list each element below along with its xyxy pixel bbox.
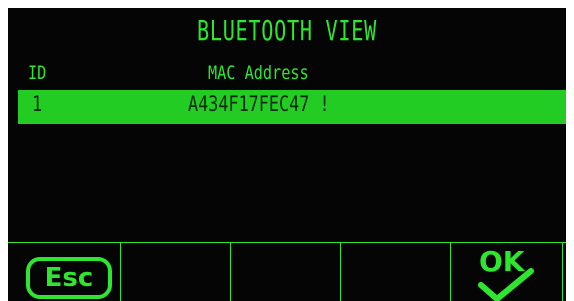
display-screen: BLUETOOTH VIEW ID MAC Address 1 A434F17F…: [8, 8, 566, 301]
softkey-ok[interactable]: OK: [451, 243, 563, 301]
softkey-esc[interactable]: Esc: [8, 243, 121, 301]
softkey-2[interactable]: [121, 243, 231, 301]
column-header-id: ID: [28, 62, 47, 84]
check-icon: [478, 268, 534, 301]
column-header-mac-address: MAC Address: [208, 62, 309, 84]
table-row-selected[interactable]: 1 A434F17FEC47 !: [18, 90, 566, 124]
softkey-bar: Esc OK: [8, 242, 566, 301]
page-title: BLUETOOTH VIEW: [196, 14, 377, 47]
softkey-4[interactable]: [341, 243, 451, 301]
row-id-cell: 1: [32, 92, 43, 116]
row-mac-address-cell: A434F17FEC47 !: [188, 92, 330, 116]
terminal-frame: BLUETOOTH VIEW ID MAC Address 1 A434F17F…: [0, 0, 574, 301]
esc-button[interactable]: Esc: [26, 257, 112, 299]
softkey-3[interactable]: [231, 243, 341, 301]
